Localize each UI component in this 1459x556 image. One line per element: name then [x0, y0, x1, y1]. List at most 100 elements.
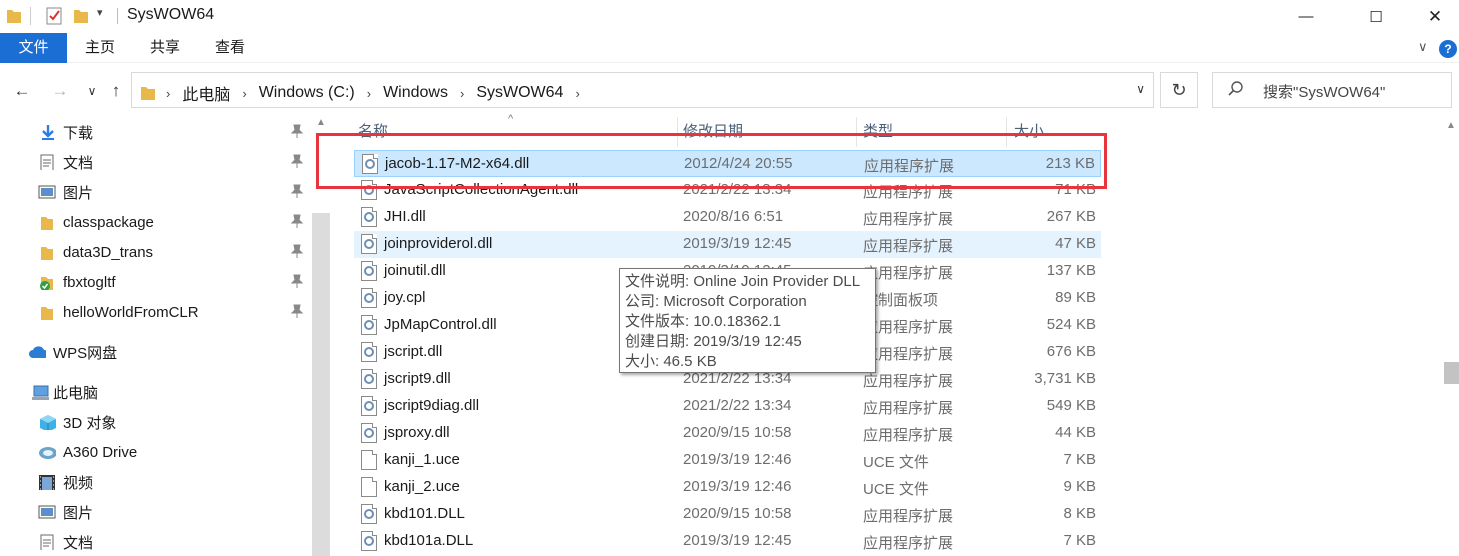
- file-row[interactable]: kbd101a.DLL 2019/3/19 12:45 应用程序扩展 7 KB: [354, 528, 1101, 555]
- sidebar-item-documents-pc[interactable]: 文档: [0, 528, 310, 556]
- file-row[interactable]: kanji_1.uce 2019/3/19 12:46 UCE 文件 7 KB: [354, 447, 1101, 474]
- sidebar-item-label: 图片: [63, 184, 94, 202]
- close-button[interactable]: ✕: [1412, 0, 1458, 33]
- ribbon-tabs: 文件 主页 共享 查看 ∨: [0, 33, 1459, 63]
- sidebar-item-data3d-trans[interactable]: data3D_trans: [0, 238, 310, 266]
- tab-file[interactable]: 文件: [0, 33, 67, 63]
- refresh-button[interactable]: ↻: [1160, 72, 1198, 108]
- file-row[interactable]: jscript9diag.dll 2021/2/22 13:34 应用程序扩展 549…: [354, 393, 1101, 420]
- breadcrumb-separator[interactable]: ›: [367, 86, 371, 101]
- file-row[interactable]: jsproxy.dll 2020/9/15 10:58 应用程序扩展 44 KB: [354, 420, 1101, 447]
- sidebar-item-classpackage[interactable]: classpackage: [0, 208, 310, 236]
- dll-file-icon: [361, 423, 377, 443]
- file-list-scroll-thumb[interactable]: [1444, 362, 1459, 384]
- sidebar-item-label: 此电脑: [53, 384, 99, 402]
- file-type: 应用程序扩展: [863, 238, 954, 255]
- dll-file-icon: [361, 288, 377, 308]
- divider: [117, 8, 118, 24]
- address-bar[interactable]: › 此电脑 › Windows (C:) › Windows › SysWOW6…: [131, 72, 1154, 108]
- file-name: joy.cpl: [384, 289, 426, 306]
- sidebar-item-pictures-pc[interactable]: 图片: [0, 498, 310, 526]
- sidebar-item-label: fbxtogltf: [63, 273, 116, 291]
- pin-icon[interactable]: [290, 214, 304, 231]
- file-row[interactable]: kbd101.DLL 2020/9/15 10:58 应用程序扩展 8 KB: [354, 501, 1101, 528]
- up-button[interactable]: ↑: [103, 78, 129, 104]
- sort-ascending-icon: ^: [508, 113, 514, 125]
- sidebar-item-fbxtogltf[interactable]: fbxtogltf: [0, 268, 310, 296]
- document-icon: [40, 154, 54, 170]
- file-name: kanji_1.uce: [384, 451, 460, 468]
- sidebar-item-helloworldfromclr[interactable]: helloWorldFromCLR: [0, 298, 310, 326]
- sidebar-item-label: helloWorldFromCLR: [63, 303, 199, 321]
- file-name: joinutil.dll: [384, 262, 446, 279]
- file-name: kbd101.DLL: [384, 505, 465, 522]
- file-size: 3,731 KB: [1034, 370, 1096, 387]
- tab-home[interactable]: 主页: [76, 33, 124, 63]
- sidebar-item-label: WPS网盘: [53, 344, 118, 362]
- pin-icon[interactable]: [290, 154, 304, 171]
- dll-file-icon: [361, 342, 377, 362]
- pictures-icon: [38, 505, 56, 519]
- sidebar-item-a360-drive[interactable]: A360 Drive: [0, 438, 310, 466]
- help-button[interactable]: ?: [1439, 40, 1457, 58]
- nav-pane-scroll-thumb[interactable]: [312, 213, 330, 556]
- search-input[interactable]: 搜索"SysWOW64": [1263, 81, 1385, 102]
- divider: [30, 7, 31, 25]
- sidebar-item-pictures[interactable]: 图片: [0, 178, 310, 206]
- pin-icon[interactable]: [290, 184, 304, 201]
- file-row[interactable]: JHI.dll 2020/8/16 6:51 应用程序扩展 267 KB: [354, 204, 1101, 231]
- pin-icon[interactable]: [290, 124, 304, 141]
- sidebar-item-videos[interactable]: 视频: [0, 468, 310, 496]
- maximize-button[interactable]: ☐: [1353, 0, 1399, 33]
- file-size: 7 KB: [1063, 532, 1096, 549]
- pin-icon[interactable]: [290, 304, 304, 321]
- file-size: 676 KB: [1046, 343, 1096, 360]
- search-box[interactable]: 搜索"SysWOW64": [1212, 72, 1452, 108]
- breadcrumb-syswow64[interactable]: SysWOW64: [476, 84, 563, 102]
- scroll-up-arrow[interactable]: ▲: [312, 117, 330, 133]
- new-folder-icon[interactable]: [73, 6, 89, 26]
- file-type: 应用程序扩展: [863, 211, 954, 228]
- back-button[interactable]: ←: [9, 78, 35, 104]
- breadcrumb-separator[interactable]: ›: [460, 86, 464, 101]
- forward-button[interactable]: →: [47, 78, 73, 104]
- ribbon-expand-button[interactable]: ∨: [1418, 39, 1428, 55]
- breadcrumb-windows[interactable]: Windows: [383, 84, 448, 102]
- file-row[interactable]: kanji_2.uce 2019/3/19 12:46 UCE 文件 9 KB: [354, 474, 1101, 501]
- quick-access-dropdown[interactable]: ▾: [97, 6, 103, 19]
- highlight-annotation-box: [316, 133, 1107, 189]
- breadcrumb-separator[interactable]: ›: [242, 86, 246, 101]
- 3d-objects-icon: [40, 415, 56, 430]
- breadcrumb-separator[interactable]: ›: [166, 86, 170, 101]
- breadcrumb-this-pc[interactable]: 此电脑: [182, 81, 230, 105]
- address-history-dropdown[interactable]: ∨: [1136, 82, 1145, 96]
- sidebar-item-documents[interactable]: 文档: [0, 148, 310, 176]
- file-size: 524 KB: [1046, 316, 1096, 333]
- sidebar-item-wps-drive[interactable]: WPS网盘: [0, 338, 310, 366]
- recent-locations-button[interactable]: ∨: [79, 78, 105, 104]
- file-size: 267 KB: [1046, 208, 1096, 225]
- breadcrumb-windows-c[interactable]: Windows (C:): [259, 84, 355, 102]
- file-type: UCE 文件: [863, 454, 929, 471]
- properties-icon[interactable]: [45, 6, 65, 26]
- tab-view[interactable]: 查看: [206, 33, 254, 63]
- file-name: jscript.dll: [384, 343, 443, 360]
- sidebar-item-3d-objects[interactable]: 3D 对象: [0, 408, 310, 436]
- tab-share[interactable]: 共享: [141, 33, 189, 63]
- scroll-up-arrow[interactable]: ▲: [1446, 120, 1456, 131]
- pin-icon[interactable]: [290, 274, 304, 291]
- sidebar-item-downloads[interactable]: 下载: [0, 118, 310, 146]
- breadcrumb-separator[interactable]: ›: [575, 86, 579, 101]
- pin-icon[interactable]: [290, 244, 304, 261]
- file-row[interactable]: joinproviderol.dll 2019/3/19 12:45 应用程序扩展 4…: [354, 231, 1101, 258]
- sidebar-item-this-pc[interactable]: 此电脑: [0, 378, 310, 406]
- minimize-button[interactable]: —: [1283, 0, 1329, 33]
- file-type: 应用程序扩展: [863, 508, 954, 525]
- file-type: 应用程序扩展: [863, 265, 954, 282]
- folder-icon: [41, 307, 53, 320]
- sidebar-item-label: 图片: [63, 504, 94, 522]
- file-type: 应用程序扩展: [863, 346, 954, 363]
- sidebar-item-label: data3D_trans: [63, 243, 154, 261]
- file-size: 7 KB: [1063, 451, 1096, 468]
- pictures-icon: [38, 185, 56, 199]
